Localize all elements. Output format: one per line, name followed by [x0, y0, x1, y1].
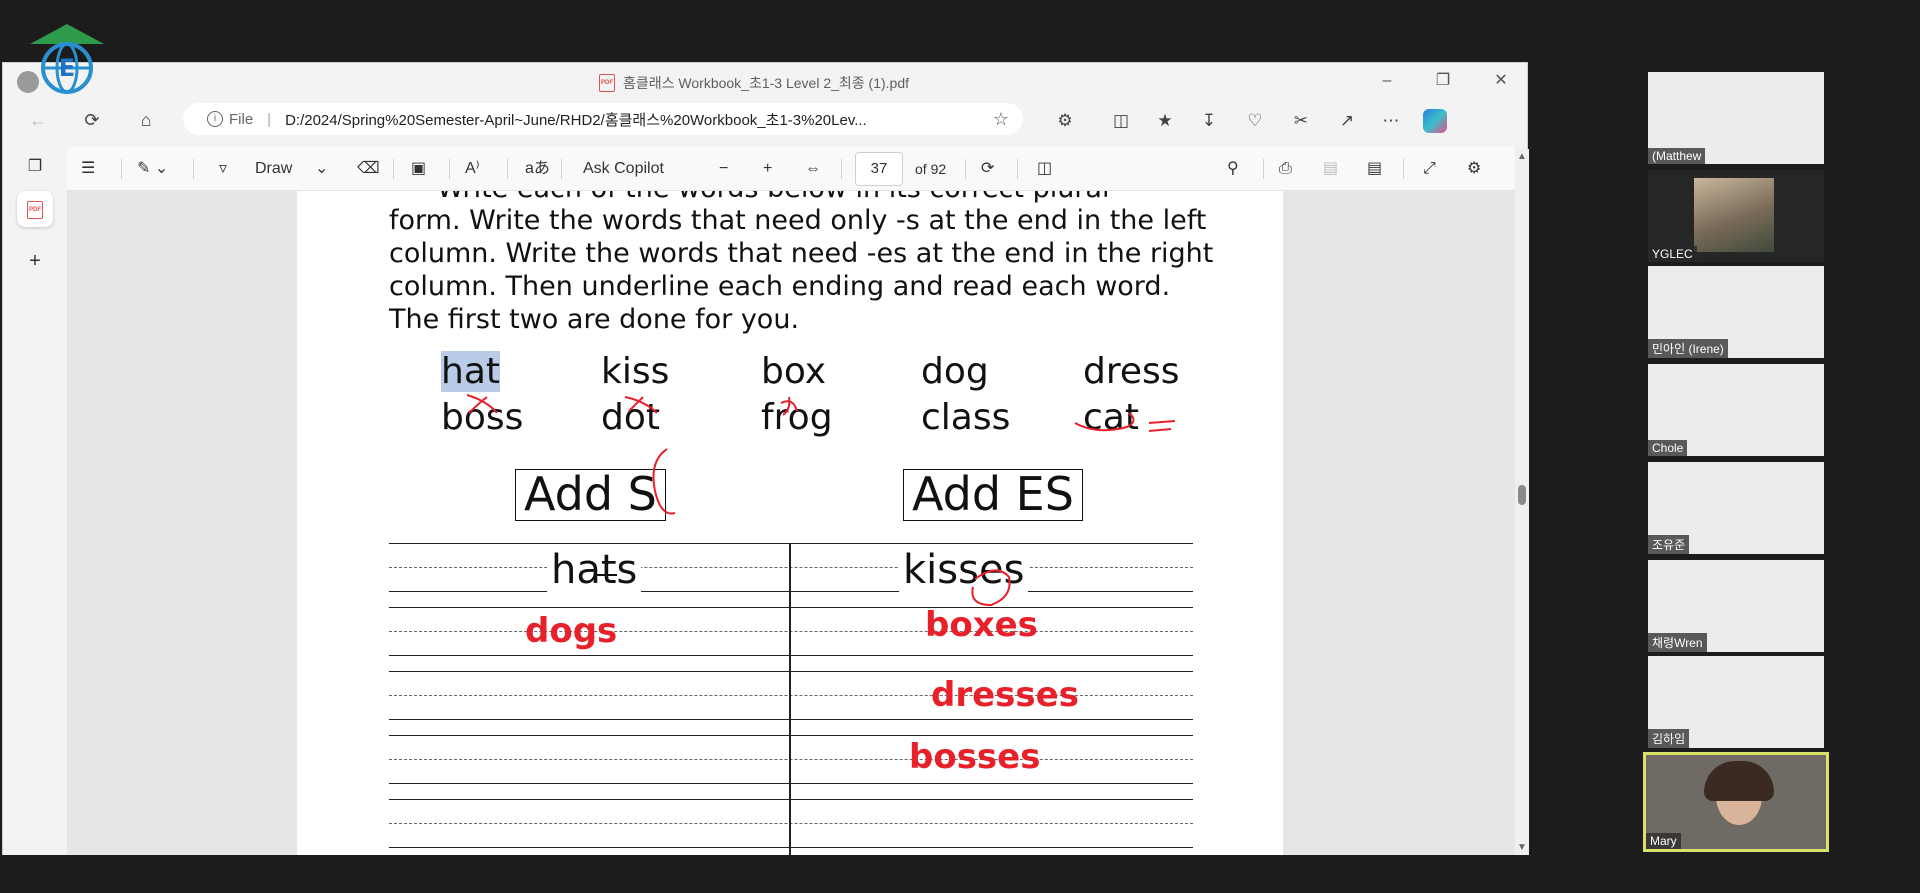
svg-text:E: E — [59, 54, 75, 82]
participant-tile[interactable]: (Matthew — [1648, 72, 1824, 164]
home-icon[interactable]: ⌂ — [133, 107, 159, 133]
info-icon: i — [207, 111, 223, 127]
save-as-icon[interactable]: ▤ — [1367, 157, 1382, 181]
translate-icon[interactable]: aあ — [525, 157, 550, 181]
title-bar: PDF 홈클래스 Workbook_초1-3 Level 2_최종 (1).pd… — [3, 63, 1527, 99]
participant-tile[interactable]: 김하임 — [1648, 656, 1824, 748]
minimize-button[interactable]: – — [1375, 69, 1399, 93]
participant-name: Chole — [1648, 440, 1688, 456]
search-icon[interactable]: ⚲ — [1227, 157, 1239, 181]
close-button[interactable]: ✕ — [1489, 69, 1513, 93]
toolbar-divider — [449, 159, 450, 179]
participant-tile[interactable]: YGLEC — [1648, 170, 1824, 262]
page-view-icon[interactable]: ◫ — [1037, 157, 1052, 181]
favorite-star-icon[interactable]: ☆ — [993, 109, 1009, 130]
participant-tile[interactable]: 민아인 (Irene) — [1648, 266, 1824, 358]
read-aloud-icon[interactable]: A⁾ — [465, 157, 480, 181]
highlight-icon[interactable]: ✎ ⌄ — [137, 157, 168, 181]
left-sidebar: ❐ PDF + — [3, 149, 67, 855]
back-icon[interactable]: ← — [25, 107, 51, 133]
participant-name: YGLEC — [1648, 246, 1697, 262]
pdf-toolbar: ☰ ✎ ⌄ ▿ Draw ⌄ ⌫ ▣ A⁾ aあ Ask Copilot − +… — [67, 147, 1515, 191]
extensions-icon[interactable]: ⚙ — [1053, 109, 1077, 133]
scrollbar-thumb[interactable] — [1518, 485, 1526, 505]
participant-name: 조유준 — [1648, 535, 1690, 554]
favorites-icon[interactable]: ★ — [1153, 109, 1177, 133]
new-tab-icon[interactable]: + — [17, 243, 53, 279]
toolbar-divider — [965, 159, 966, 179]
address-field[interactable]: i File | D:/2024/Spring%20Semester-April… — [183, 103, 1023, 135]
add-text-icon[interactable]: ▣ — [411, 157, 426, 181]
toolbar-divider — [1263, 159, 1264, 179]
ink-annotations — [466, 394, 1176, 607]
split-screen-icon[interactable]: ◫ — [1109, 109, 1133, 133]
more-options-icon[interactable]: ⋯ — [1379, 109, 1403, 133]
refresh-icon[interactable]: ⟳ — [79, 107, 105, 133]
pdf-file-icon: PDF — [599, 74, 615, 92]
toolbar-divider — [507, 159, 508, 179]
eraser-icon[interactable]: ⌫ — [357, 157, 380, 181]
toolbar-divider — [1017, 159, 1018, 179]
pdf-tab-icon[interactable]: PDF — [17, 191, 53, 227]
restore-button[interactable]: ❐ — [1431, 69, 1455, 93]
toolbar-divider — [121, 159, 122, 179]
zoom-out-icon[interactable]: − — [719, 157, 728, 181]
scroll-up-icon[interactable]: ▲ — [1517, 151, 1527, 162]
toolbar-divider — [841, 159, 842, 179]
participant-hair — [1704, 761, 1774, 801]
participant-name: 김하임 — [1648, 729, 1690, 748]
window-title: PDF 홈클래스 Workbook_초1-3 Level 2_최종 (1).pd… — [599, 73, 909, 93]
copilot-icon[interactable] — [1423, 109, 1447, 133]
share-icon[interactable]: ↗ — [1335, 109, 1359, 133]
browser-window: PDF 홈클래스 Workbook_초1-3 Level 2_최종 (1).pd… — [2, 62, 1529, 855]
window-title-text: 홈클래스 Workbook_초1-3 Level 2_최종 (1).pdf — [623, 75, 910, 91]
download-icon[interactable]: ↧ — [1197, 109, 1221, 133]
scroll-down-icon[interactable]: ▼ — [1517, 842, 1527, 853]
browser-essentials-icon[interactable]: ♡ — [1243, 109, 1267, 133]
active-speaker-tile[interactable]: Mary — [1643, 752, 1829, 852]
participant-name: 채령Wren — [1648, 633, 1707, 652]
fullscreen-icon[interactable]: ⤢ — [1423, 157, 1436, 181]
zoom-in-icon[interactable]: + — [763, 157, 772, 181]
participant-name: Mary — [1646, 833, 1681, 849]
print-icon[interactable]: ⎙ — [1279, 157, 1292, 181]
participant-tile[interactable]: 채령Wren — [1648, 560, 1824, 652]
participant-video — [1694, 178, 1774, 252]
toolbar-divider — [561, 159, 562, 179]
toolbar-divider — [1403, 159, 1404, 179]
draw-button[interactable]: Draw — [255, 157, 292, 181]
url-prefix: File — [229, 110, 254, 128]
participant-name: (Matthew — [1648, 148, 1706, 164]
tab-actions-icon[interactable]: ❐ — [17, 149, 53, 185]
ask-copilot-button[interactable]: Ask Copilot — [583, 157, 664, 181]
site-info[interactable]: i File — [207, 111, 253, 128]
school-logo: E — [30, 24, 104, 94]
draw-dropdown-icon[interactable]: ⌄ — [315, 157, 328, 181]
pdf-viewport[interactable]: Write each of the words below in its cor… — [67, 191, 1515, 855]
participant-tile[interactable]: Chole — [1648, 364, 1824, 456]
page-total: of 92 — [915, 161, 947, 177]
participant-tile[interactable]: 조유준 — [1648, 462, 1824, 554]
draw-icon[interactable]: ▿ — [219, 157, 227, 181]
participant-name: 민아인 (Irene) — [1648, 339, 1728, 358]
url-text: D:/2024/Spring%20Semester-April~June/RHD… — [285, 111, 867, 129]
pdf-page: Write each of the words below in its cor… — [297, 191, 1283, 855]
screenshot-icon[interactable]: ✂ — [1289, 109, 1313, 133]
toolbar-divider — [393, 159, 394, 179]
save-icon[interactable]: ▤ — [1323, 157, 1338, 181]
url-separator: | — [267, 110, 272, 128]
rotate-icon[interactable]: ⟳ — [981, 157, 994, 181]
page-number-input[interactable]: 37 — [855, 152, 903, 186]
fit-width-icon[interactable]: ⇔ — [805, 157, 821, 181]
toolbar-divider — [193, 159, 194, 179]
address-bar-row: ← ⟳ ⌂ i File | D:/2024/Spring%20Semester… — [3, 99, 1527, 139]
contents-icon[interactable]: ☰ — [81, 157, 95, 181]
vertical-scrollbar[interactable]: ▲ ▼ — [1515, 149, 1529, 855]
settings-icon[interactable]: ⚙ — [1467, 157, 1481, 181]
